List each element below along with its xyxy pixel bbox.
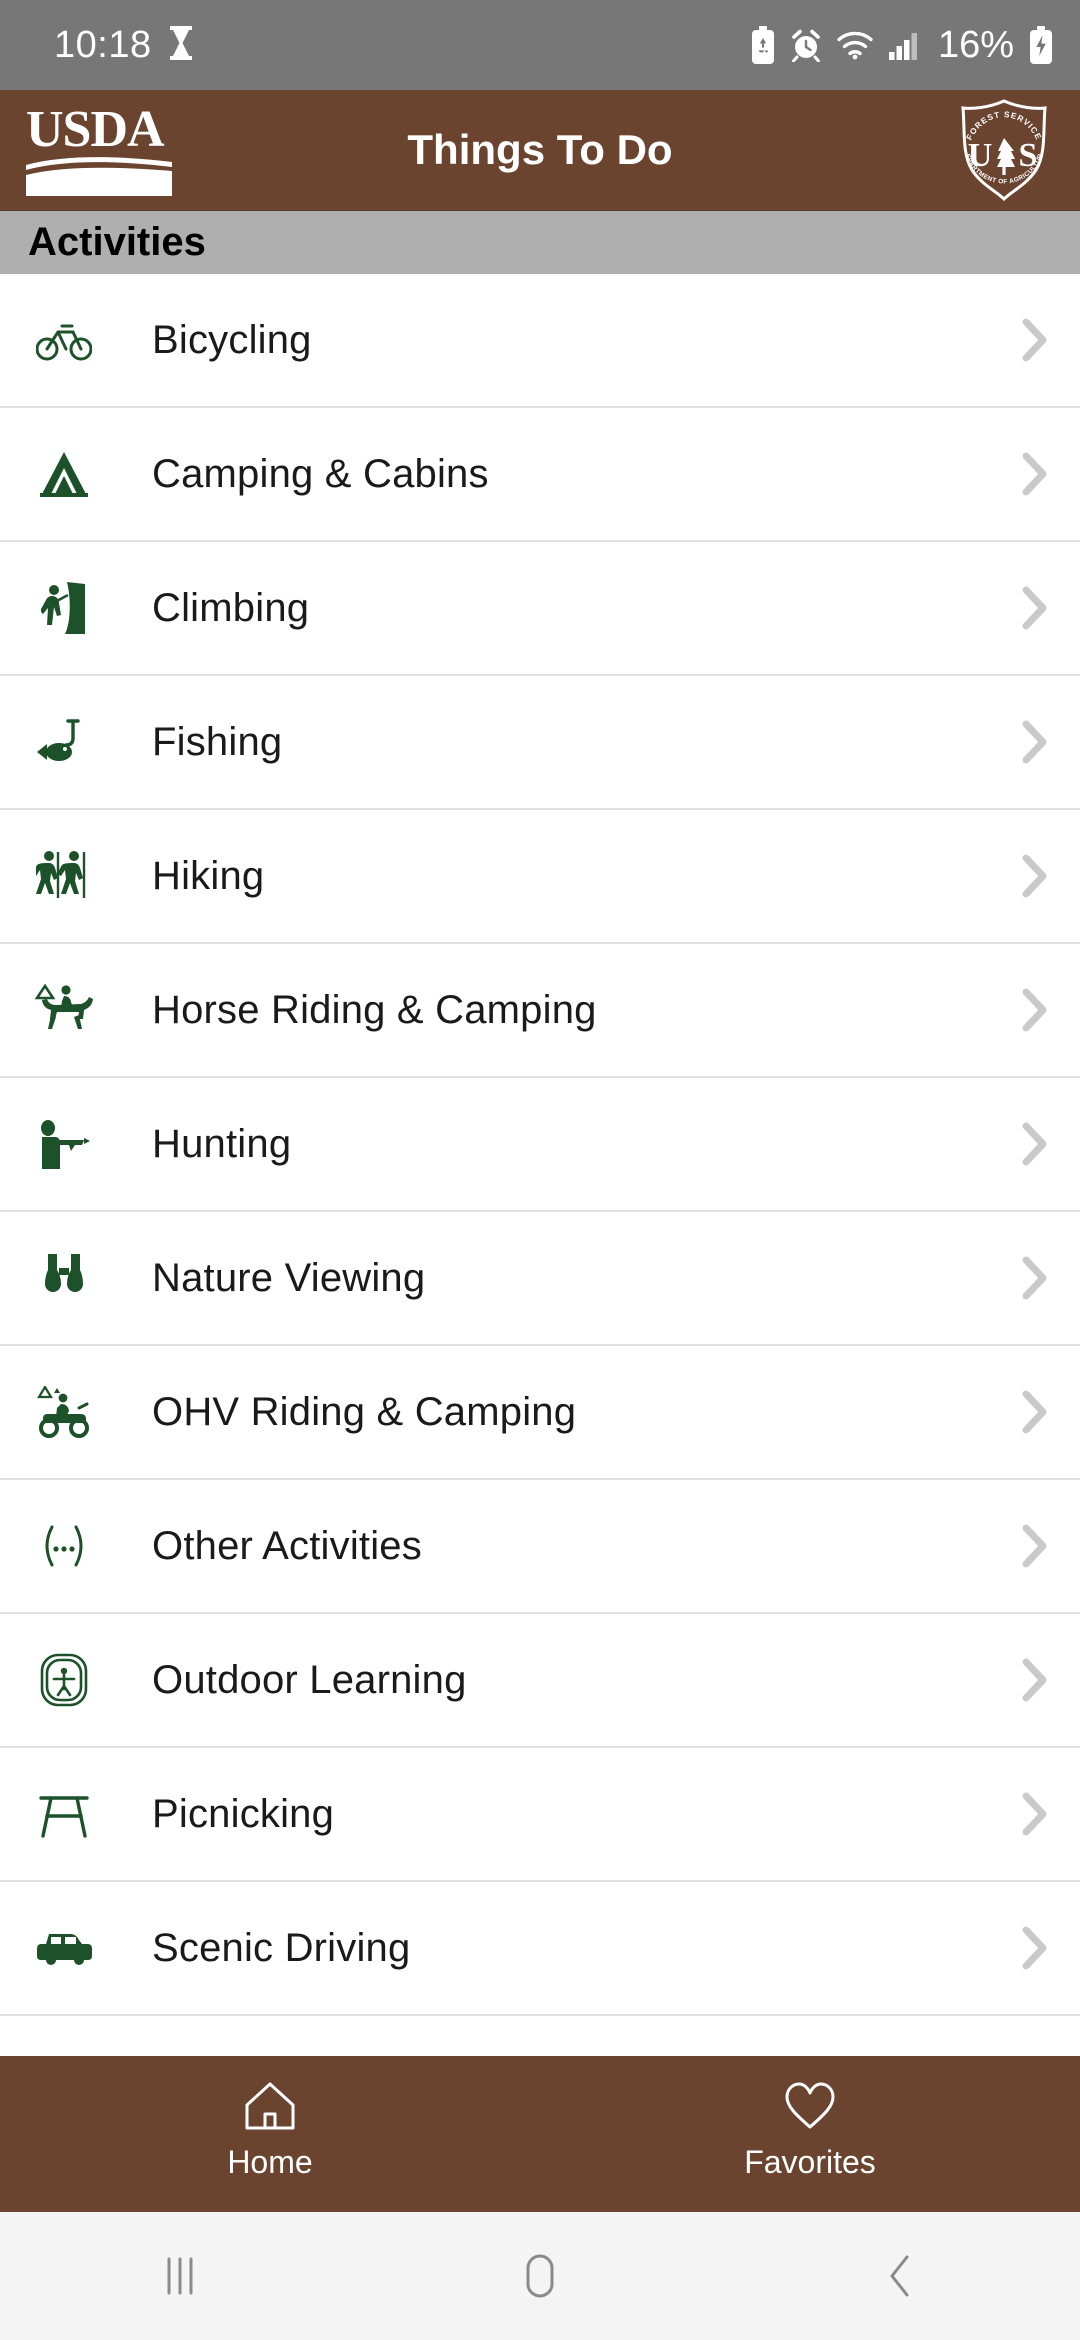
list-item-hunting[interactable]: Hunting: [0, 1078, 1080, 1212]
usda-logo-text: USDA: [26, 101, 165, 158]
list-item-scenic-driving[interactable]: Scenic Driving: [0, 1882, 1080, 2016]
list-item-hiking[interactable]: Hiking: [0, 810, 1080, 944]
list-item-bicycling[interactable]: Bicycling: [0, 274, 1080, 408]
chevron-right-icon[interactable]: [1010, 1657, 1050, 1703]
home-icon: [243, 2078, 297, 2134]
hikers-icon: [26, 838, 102, 914]
list-item-label: Camping & Cabins: [152, 451, 489, 496]
chevron-right-icon[interactable]: [1010, 1925, 1050, 1971]
list-item-label: Scenic Driving: [152, 1925, 411, 1970]
person-in-oval-icon: [26, 1642, 102, 1718]
atv-icon: [26, 1374, 102, 1450]
app-screen: 10:18 16% USDA Things To Do FOREST SERVI…: [0, 0, 1080, 2340]
chevron-right-icon[interactable]: [1010, 585, 1050, 631]
chevron-right-icon[interactable]: [1010, 853, 1050, 899]
chevron-right-icon[interactable]: [1010, 1389, 1050, 1435]
chevron-right-icon[interactable]: [1010, 317, 1050, 363]
status-bar-left: 10:18: [54, 24, 194, 67]
list-item-label: OHV Riding & Camping: [152, 1389, 577, 1434]
forest-service-shield-icon: FOREST SERVICE U S DEPARTMENT OF AGRICUL…: [954, 98, 1047, 202]
picnic-table-icon: [26, 1776, 102, 1852]
list-item-label: Picnicking: [152, 1791, 335, 1836]
back-chevron-icon[interactable]: [835, 2231, 965, 2321]
section-header-label: Activities: [28, 220, 206, 264]
chevron-right-icon[interactable]: [1010, 719, 1050, 765]
battery-percent-label: 16%: [937, 23, 1014, 66]
android-nav-bar: [0, 2212, 1080, 2340]
tent-icon: [26, 436, 102, 512]
chevron-right-icon[interactable]: [1010, 987, 1050, 1033]
hunter-rifle-icon: [26, 1106, 102, 1182]
tab-favorites[interactable]: Favorites: [540, 2078, 1080, 2181]
wifi-icon: [836, 30, 874, 60]
list-item-label: Climbing: [152, 585, 310, 630]
list-item-fishing[interactable]: Fishing: [0, 676, 1080, 810]
chevron-right-icon[interactable]: [1010, 1121, 1050, 1167]
list-item-label: Hiking: [152, 853, 265, 898]
chevron-right-icon[interactable]: [1010, 1255, 1050, 1301]
list-item-label: Fishing: [152, 719, 283, 764]
list-item-outdoor-learning[interactable]: Outdoor Learning: [0, 1614, 1080, 1748]
climber-icon: [26, 570, 102, 646]
tab-label: Favorites: [744, 2144, 876, 2180]
home-circle-icon[interactable]: [475, 2231, 605, 2321]
binoculars-icon: [26, 1240, 102, 1316]
chevron-right-icon[interactable]: [1010, 1523, 1050, 1569]
app-bar: USDA Things To Do FOREST SERVICE U S DEP…: [0, 90, 1080, 210]
fish-hook-icon: [26, 704, 102, 780]
battery-charging-icon: [1028, 26, 1054, 64]
status-bar-right: 16%: [750, 24, 1054, 67]
status-bar-clock: 10:18: [54, 23, 152, 66]
ellipsis-parentheses-icon: [26, 1508, 102, 1584]
list-item-horse-riding-camping[interactable]: Horse Riding & Camping: [0, 944, 1080, 1078]
hourglass-icon: [168, 25, 194, 65]
usda-logo: USDA: [24, 104, 174, 196]
bottom-tab-bar: Home Favorites: [0, 2056, 1080, 2212]
list-item-label: Horse Riding & Camping: [152, 987, 597, 1032]
section-header-activities: Activities: [0, 210, 1080, 274]
tab-home[interactable]: Home: [0, 2078, 540, 2181]
alarm-clock-icon: [790, 28, 822, 62]
list-item-label: Other Activities: [152, 1523, 422, 1568]
chevron-right-icon[interactable]: [1010, 451, 1050, 497]
horse-rider-icon: [26, 972, 102, 1048]
list-item-camping-cabins[interactable]: Camping & Cabins: [0, 408, 1080, 542]
list-item-nature-viewing[interactable]: Nature Viewing: [0, 1212, 1080, 1346]
heart-icon: [783, 2078, 837, 2134]
chevron-right-icon[interactable]: [1010, 1791, 1050, 1837]
list-item-label: Hunting: [152, 1121, 292, 1166]
tab-label: Home: [227, 2144, 313, 2180]
list-item-other-activities[interactable]: Other Activities: [0, 1480, 1080, 1614]
list-item-label: Nature Viewing: [152, 1255, 426, 1300]
car-icon: [26, 1910, 102, 1986]
battery-saver-icon: [750, 26, 776, 64]
list-item-ohv-riding-camping[interactable]: OHV Riding & Camping: [0, 1346, 1080, 1480]
recents-icon[interactable]: [115, 2231, 245, 2321]
bicycle-icon: [26, 302, 102, 378]
list-item-label: Bicycling: [152, 317, 312, 362]
list-item-label: Outdoor Learning: [152, 1657, 467, 1702]
cellular-signal-icon: [888, 30, 922, 60]
activities-list[interactable]: Bicycling Camping & Cabins Climbing Fish…: [0, 274, 1080, 2056]
usda-hills-graphic: [26, 157, 172, 196]
status-bar: 10:18 16%: [0, 0, 1080, 90]
list-item-climbing[interactable]: Climbing: [0, 542, 1080, 676]
list-item-picnicking[interactable]: Picnicking: [0, 1748, 1080, 1882]
